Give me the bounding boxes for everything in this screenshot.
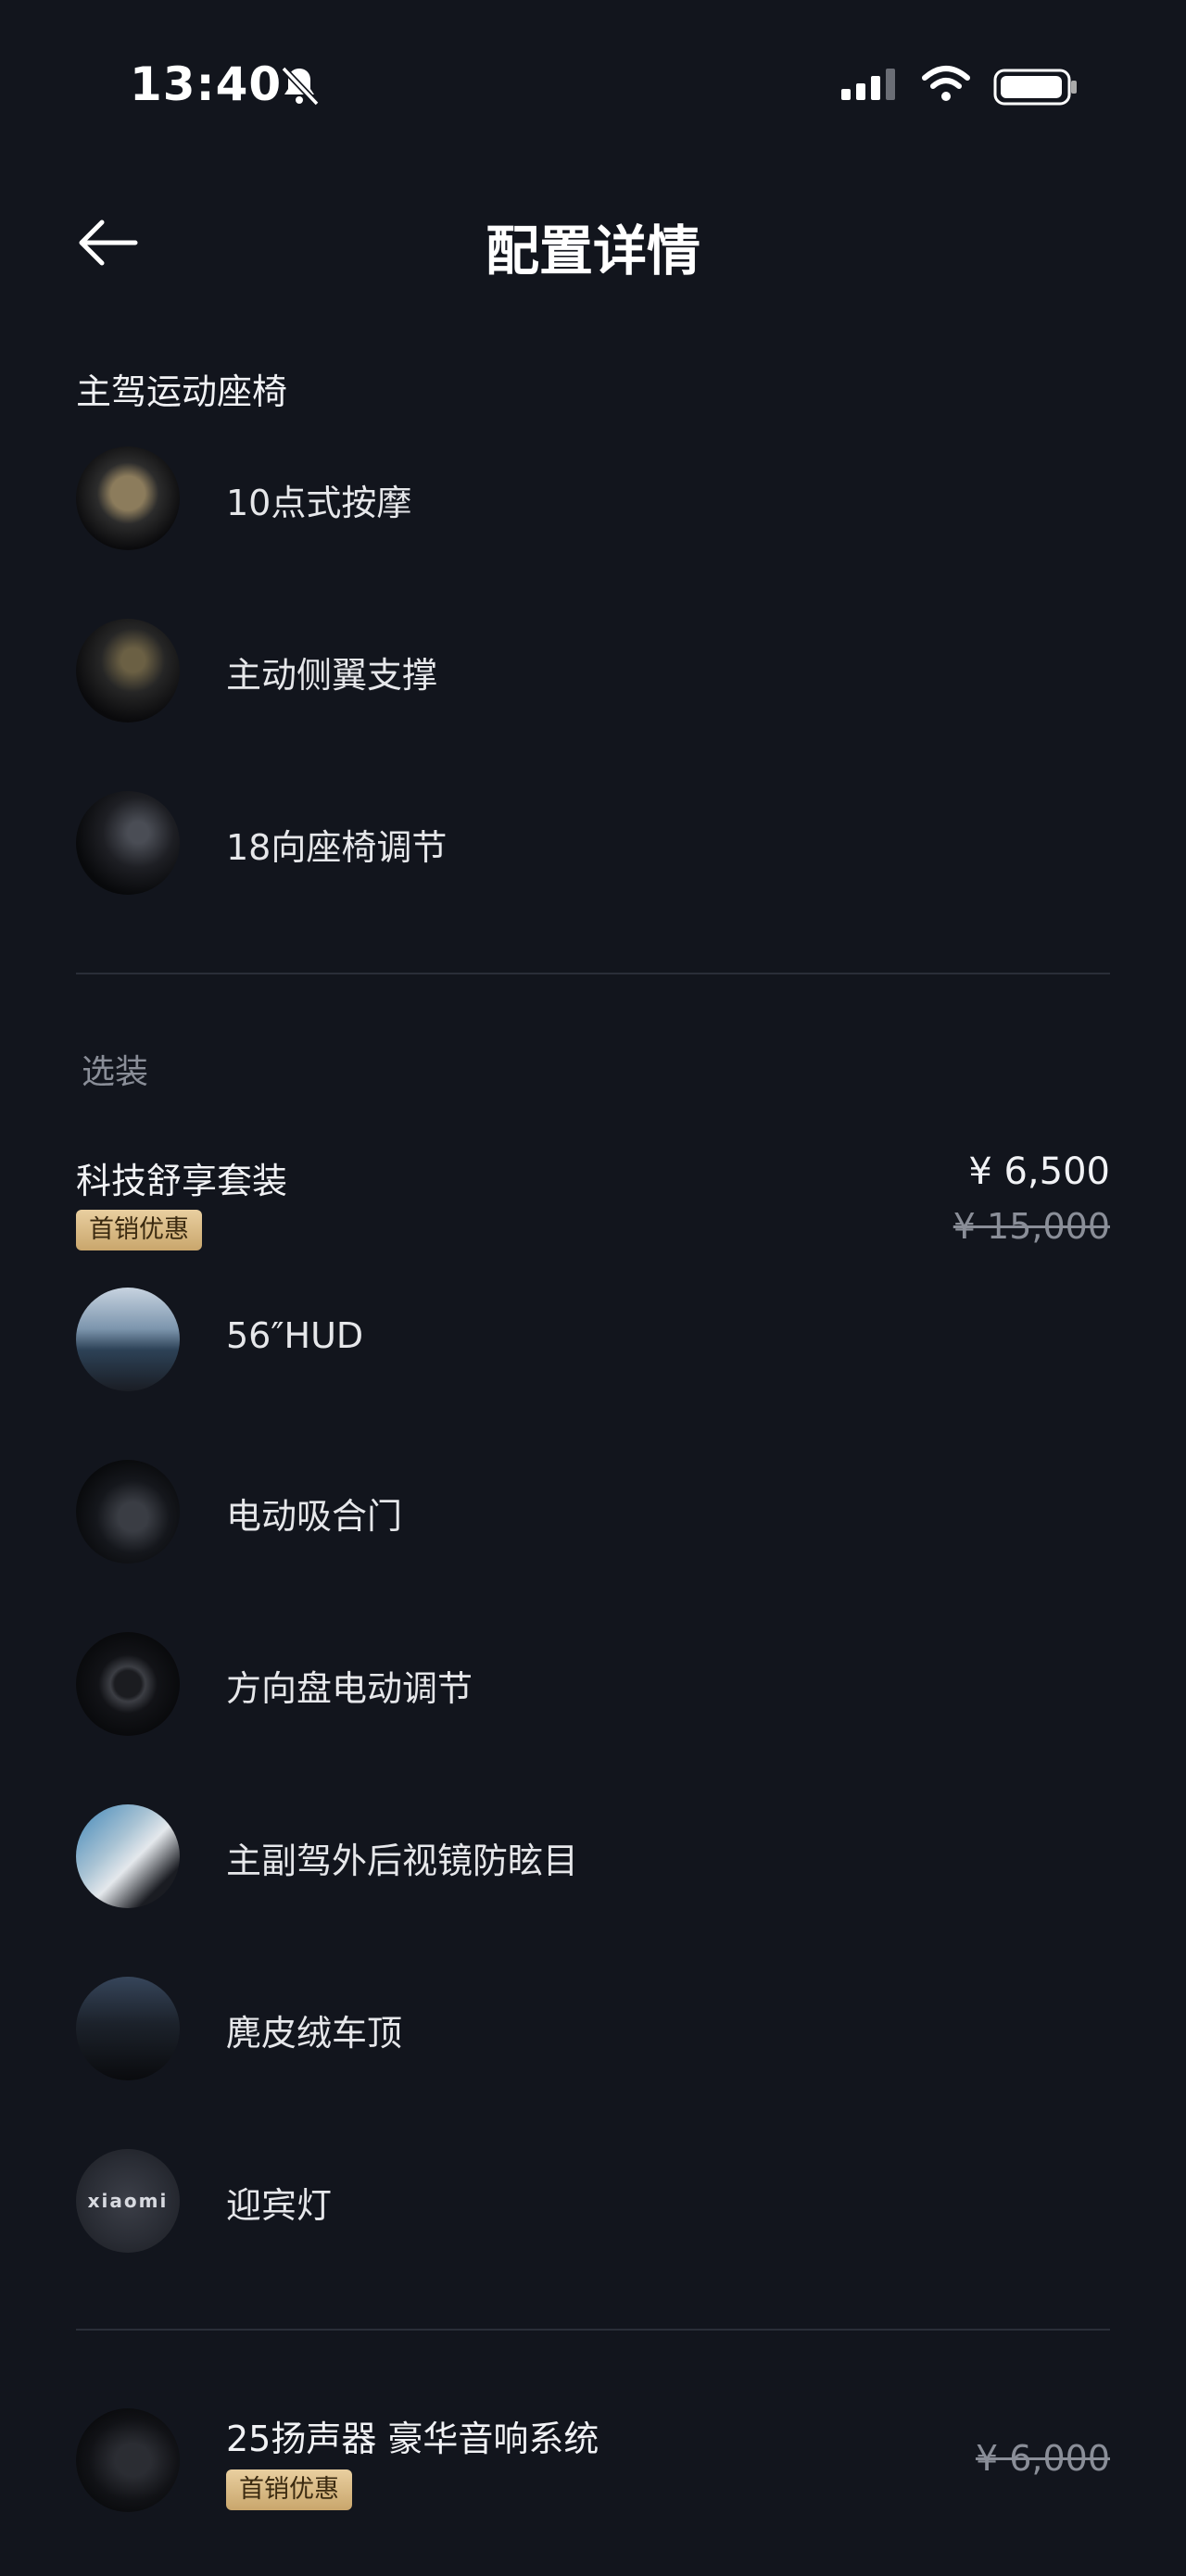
divider [76,973,1110,974]
feature-label: 电动吸合门 [226,1496,403,1537]
feature-label: 18向座椅调节 [226,827,448,868]
audio-original-price: ¥ 6,000 [975,2438,1110,2479]
hud-icon [76,1288,180,1391]
steering-wheel-icon [76,1632,180,1736]
suede-headliner-icon [76,1977,180,2080]
welcome-light-logo-text: xiaomi [87,2190,169,2212]
welcome-light-icon: xiaomi [76,2149,180,2253]
feature-label: 10点式按摩 [226,483,412,523]
audio-option-name: 25扬声器 豪华音响系统 [226,2419,599,2459]
divider [76,2329,1110,2331]
seat-adjust-icon [76,791,180,895]
side-mirror-icon [76,1804,180,1908]
seat-section-title: 主驾运动座椅 [76,371,288,412]
bell-muted-icon [281,66,320,107]
package-name: 科技舒享套装 [76,1161,288,1201]
battery-icon [993,69,1077,106]
package-original-price: ¥ 15,000 [953,1206,1110,1247]
signal-icon [841,69,895,100]
speaker-icon [76,2408,180,2512]
side-bolster-seat-icon [76,619,180,723]
options-title: 选装 [82,1053,149,1091]
promo-badge: 首销优惠 [226,2469,352,2510]
feature-label: 主副驾外后视镜防眩目 [226,1841,579,1881]
feature-label: 主动侧翼支撑 [226,655,438,696]
page-title: 配置详情 [485,220,700,283]
feature-label: 麂皮绒车顶 [226,2013,403,2054]
status-time: 13:40 [130,57,283,111]
feature-label: 56″HUD [226,1315,364,1356]
soft-close-door-icon [76,1460,180,1564]
massage-seat-icon [76,446,180,550]
package-price: ¥ 6,500 [968,1150,1110,1193]
promo-badge: 首销优惠 [76,1210,202,1250]
feature-label: 迎宾灯 [226,2185,333,2226]
feature-label: 方向盘电动调节 [226,1668,473,1709]
wifi-icon [922,66,970,101]
